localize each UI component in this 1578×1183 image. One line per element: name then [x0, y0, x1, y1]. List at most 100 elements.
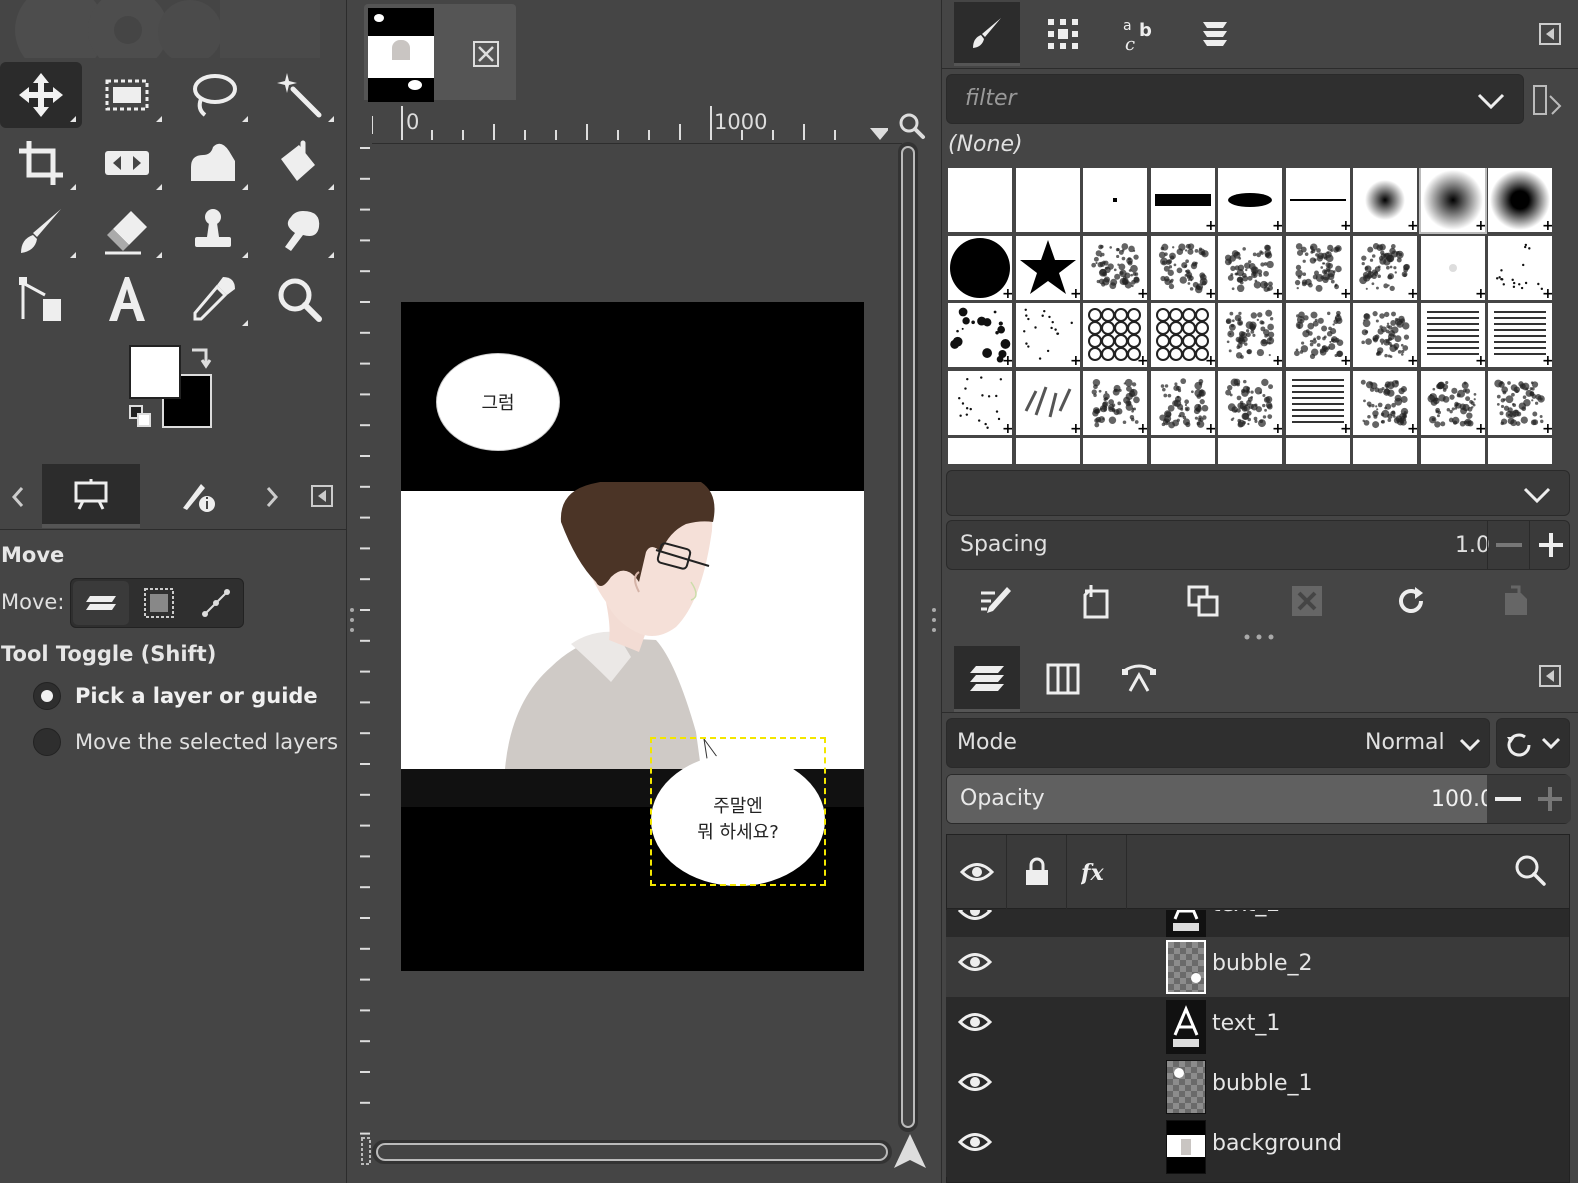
- eye-icon[interactable]: [958, 1131, 992, 1153]
- brush-preview-splat[interactable]: +: [1285, 235, 1350, 300]
- move-selection-button[interactable]: [131, 581, 187, 625]
- tab-channels[interactable]: [1030, 646, 1096, 712]
- brush-preview-splat[interactable]: +: [1218, 235, 1282, 300]
- search-icon[interactable]: [1513, 853, 1547, 887]
- brush-preview-partial[interactable]: [1083, 438, 1147, 464]
- brush-preview-partial[interactable]: [948, 438, 1012, 464]
- tag-filter-icon[interactable]: [1532, 82, 1564, 118]
- brush-preview-partial[interactable]: [1150, 438, 1215, 464]
- paths-tool-button[interactable]: [0, 266, 82, 332]
- brush-preview-splat[interactable]: +: [1150, 235, 1215, 300]
- brush-grid[interactable]: + + + + + + + + + + + + + + + + + + + + + + + + + + + + + + + + +: [948, 168, 1558, 464]
- brush-preview-splat[interactable]: +: [1285, 303, 1350, 367]
- visibility-column-header[interactable]: [947, 835, 1007, 909]
- warp-transform-tool-button[interactable]: [172, 130, 254, 196]
- brush-preview-line[interactable]: +: [1285, 168, 1350, 232]
- horizontal-ruler[interactable]: 0 1000: [372, 104, 902, 144]
- brush-preview-dots[interactable]: +: [1488, 235, 1552, 300]
- brush-preview-texture[interactable]: +: [1150, 370, 1215, 435]
- opacity-increase-button[interactable]: [1529, 775, 1571, 823]
- zoom-navigate-icon[interactable]: [898, 112, 926, 140]
- brush-preview-partial[interactable]: [1285, 438, 1350, 464]
- chevron-left-icon[interactable]: [8, 484, 28, 510]
- edit-brush-button[interactable]: [970, 576, 1020, 626]
- eye-icon[interactable]: [958, 1011, 992, 1033]
- eye-icon[interactable]: [958, 910, 992, 922]
- brush-preview-dot[interactable]: [1083, 168, 1147, 232]
- color-picker-tool-button[interactable]: [172, 266, 254, 332]
- lock-column-header[interactable]: [1007, 835, 1067, 909]
- radio-button-selected[interactable]: [33, 682, 61, 710]
- brush-preview-circle[interactable]: +: [948, 235, 1012, 300]
- layer-row[interactable]: text_2: [946, 910, 1569, 938]
- chevron-down-icon[interactable]: [1475, 87, 1507, 113]
- brush-preview-splat[interactable]: +: [1353, 235, 1417, 300]
- unified-transform-tool-button[interactable]: [86, 130, 168, 196]
- brush-preview-partial[interactable]: [1488, 438, 1552, 464]
- radio-move-selected[interactable]: Move the selected layers: [33, 728, 338, 756]
- panel-splitter-icon[interactable]: [1242, 632, 1276, 642]
- tab-device-status[interactable]: [150, 464, 248, 528]
- clone-tool-button[interactable]: [172, 198, 254, 264]
- eye-icon[interactable]: [958, 951, 992, 973]
- layer-row[interactable]: bubble_2: [946, 937, 1569, 997]
- spacing-decrease-button[interactable]: [1487, 521, 1529, 569]
- rectangle-select-tool-button[interactable]: [86, 62, 168, 128]
- delete-brush-button[interactable]: [1282, 576, 1332, 626]
- brush-preview-splat[interactable]: +: [1353, 370, 1417, 435]
- duplicate-brush-button[interactable]: [1178, 576, 1228, 626]
- quick-mask-toggle-icon[interactable]: [360, 1136, 372, 1166]
- image-tab[interactable]: [364, 4, 516, 102]
- splitter-handle-left[interactable]: [348, 605, 356, 635]
- layer-row[interactable]: text_1: [946, 997, 1569, 1057]
- tab-tool-options[interactable]: [42, 464, 140, 528]
- tab-brushes[interactable]: [954, 2, 1020, 66]
- brush-preview-soft-s[interactable]: +: [1353, 168, 1417, 232]
- tab-patterns[interactable]: [1030, 2, 1096, 66]
- brush-preview-texture[interactable]: +: [1420, 370, 1485, 435]
- spacing-slider[interactable]: Spacing 1.0: [946, 520, 1570, 570]
- vertical-scrollbar[interactable]: [898, 142, 918, 1132]
- bucket-fill-tool-button[interactable]: [258, 130, 340, 196]
- navigate-icon[interactable]: [892, 1132, 928, 1170]
- brush-preview-bubbles[interactable]: +: [1150, 303, 1215, 367]
- eye-icon[interactable]: [958, 1071, 992, 1093]
- vertical-scrollbar-thumb[interactable]: [901, 146, 915, 1128]
- brush-view-dropdown[interactable]: [946, 470, 1570, 516]
- refresh-brushes-button[interactable]: [1386, 576, 1436, 626]
- brush-preview-cells[interactable]: +: [1083, 303, 1147, 367]
- brush-preview-soft-l[interactable]: +: [1488, 168, 1552, 232]
- opacity-slider[interactable]: Opacity 100.0: [946, 774, 1571, 824]
- dock-menu-icon[interactable]: [1538, 664, 1562, 688]
- free-select-tool-button[interactable]: [172, 62, 254, 128]
- brush-preview-dots[interactable]: +: [948, 370, 1012, 435]
- brush-preview-blank[interactable]: [948, 168, 1012, 232]
- paintbrush-tool-button[interactable]: [0, 198, 82, 264]
- brush-preview-streak[interactable]: +: [1420, 303, 1485, 367]
- brush-preview-lines[interactable]: +: [1285, 370, 1350, 435]
- brush-preview-splat[interactable]: +: [1218, 370, 1282, 435]
- brush-preview-splat[interactable]: +: [1083, 235, 1147, 300]
- tab-layers[interactable]: [954, 646, 1020, 712]
- effects-column-header[interactable]: fx: [1067, 835, 1127, 909]
- smudge-tool-button[interactable]: [258, 198, 340, 264]
- horizontal-scrollbar[interactable]: [372, 1140, 892, 1164]
- radio-pick-layer[interactable]: Pick a layer or guide: [33, 682, 318, 710]
- eraser-tool-button[interactable]: [86, 198, 168, 264]
- brush-preview-grass[interactable]: +: [1015, 370, 1080, 435]
- brush-preview-blank[interactable]: [1015, 168, 1080, 232]
- tab-document-history[interactable]: [1182, 2, 1248, 66]
- brush-preview-texture[interactable]: +: [1488, 370, 1552, 435]
- brush-preview-splat[interactable]: +: [1218, 303, 1282, 367]
- brush-preview-splat[interactable]: +: [1353, 303, 1417, 367]
- move-tool-button[interactable]: [0, 62, 82, 128]
- default-colors-icon[interactable]: [128, 404, 154, 430]
- layer-composite-select[interactable]: [1496, 718, 1570, 768]
- zoom-tool-button[interactable]: [258, 266, 340, 332]
- layer-row[interactable]: bubble_1: [946, 1057, 1569, 1117]
- brush-preview-partial[interactable]: [1353, 438, 1417, 464]
- crop-tool-button[interactable]: [0, 130, 82, 196]
- brush-preview-partial[interactable]: [1015, 438, 1080, 464]
- brush-preview-spots[interactable]: +: [948, 303, 1012, 367]
- foreground-color-swatch[interactable]: [129, 345, 181, 399]
